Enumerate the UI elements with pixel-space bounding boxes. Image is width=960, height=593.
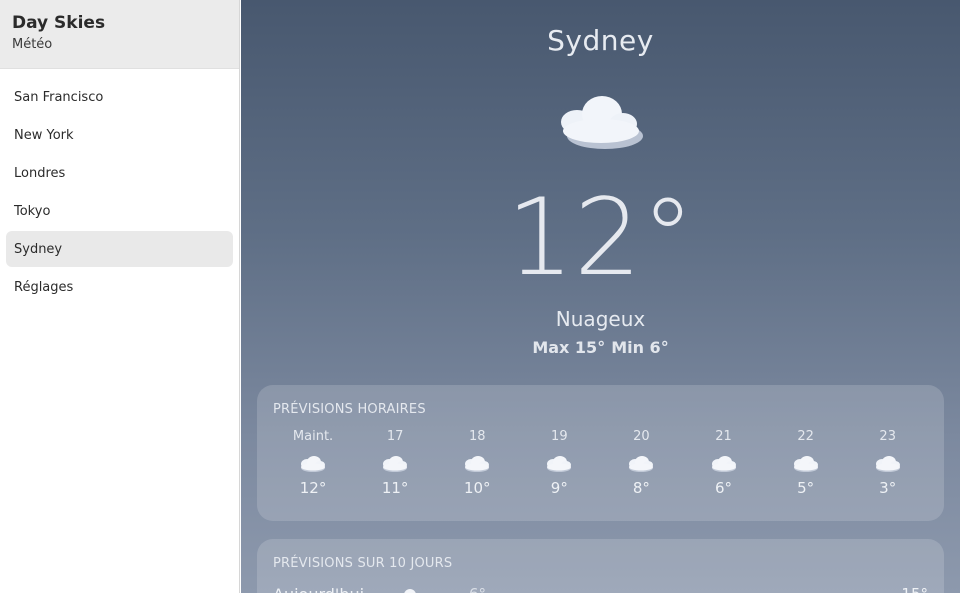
hour-temperature: 3° — [879, 479, 897, 497]
hourly-item: 21 6° — [682, 429, 764, 497]
day-min-temperature: 6° — [469, 585, 486, 593]
weather-main: Sydney 12° Nuageux Max 15° Min 6° PRÉVISI… — [241, 0, 960, 593]
hourly-forecast-card: PRÉVISIONS HORAIRES Maint. 12° 17 11° 18… — [257, 385, 944, 521]
cloud-icon — [765, 449, 847, 479]
cloud-icon — [436, 449, 518, 479]
cloud-icon — [682, 449, 764, 479]
hourly-item: 19 9° — [518, 429, 600, 497]
sidebar-item-londres[interactable]: Londres — [6, 155, 233, 191]
hourly-item: 23 3° — [847, 429, 929, 497]
city-name: Sydney — [547, 24, 654, 57]
hour-time: 21 — [715, 429, 732, 444]
daily-forecast-card: PRÉVISIONS SUR 10 JOURS Aujourd'hui 6° 1… — [257, 539, 944, 593]
hour-time: 17 — [386, 429, 404, 444]
day-max-temperature: 15° — [901, 585, 928, 593]
cloud-icon — [272, 449, 354, 479]
sidebar-item-label: San Francisco — [14, 89, 104, 105]
sidebar-item-label: Sydney — [14, 241, 63, 257]
hour-time: 22 — [797, 429, 814, 444]
sidebar-item-san-francisco[interactable]: San Francisco — [6, 79, 233, 115]
daily-row: Aujourd'hui 6° 15° — [273, 585, 928, 593]
max-temperature: Max 15° — [532, 338, 606, 357]
hour-temperature: 10° — [463, 479, 491, 497]
hour-temperature: 8° — [632, 479, 650, 497]
sidebar-item-sydney[interactable]: Sydney — [6, 231, 233, 267]
cloud-icon — [518, 449, 600, 479]
hour-temperature: 12° — [299, 479, 327, 497]
current-temperature: 12° — [506, 176, 695, 299]
daily-forecast-title: PRÉVISIONS SUR 10 JOURS — [273, 556, 453, 571]
cloud-icon — [557, 94, 645, 154]
hour-temperature: 11° — [381, 479, 409, 497]
day-name: Aujourd'hui — [273, 585, 364, 593]
sidebar-item-label: Réglages — [14, 279, 74, 295]
temperature-range: Max 15° Min 6° — [241, 338, 960, 357]
hour-temperature: 5° — [797, 479, 815, 497]
hourly-item: Maint. 12° — [272, 429, 354, 497]
hourly-forecast-title: PRÉVISIONS HORAIRES — [273, 402, 426, 417]
app-title: Day Skies — [12, 13, 106, 33]
hour-time: 18 — [468, 429, 486, 444]
sidebar-item-label: Tokyo — [14, 203, 51, 219]
hourly-item: 20 8° — [600, 429, 682, 497]
current-condition: Nuageux — [555, 307, 646, 331]
hourly-item: 18 10° — [436, 429, 518, 497]
hourly-item: 17 11° — [354, 429, 436, 497]
sidebar-nav: San Francisco New York Londres Tokyo Syd… — [0, 69, 239, 305]
sidebar: Day Skies Météo San Francisco New York L… — [0, 0, 240, 593]
sidebar-item-tokyo[interactable]: Tokyo — [6, 193, 233, 229]
hour-time: Maint. — [292, 429, 334, 444]
min-temperature: Min 6° — [611, 338, 669, 357]
app-subtitle: Météo — [12, 37, 53, 52]
sidebar-item-label: Londres — [14, 165, 66, 181]
hour-temperature: 9° — [550, 479, 568, 497]
sun-icon — [404, 589, 416, 593]
hour-temperature: 6° — [714, 479, 733, 497]
sidebar-header: Day Skies Météo — [0, 0, 239, 69]
hour-time: 20 — [633, 429, 650, 444]
hour-time: 23 — [879, 429, 896, 444]
sidebar-item-reglages[interactable]: Réglages — [6, 269, 233, 305]
hourly-list: Maint. 12° 17 11° 18 10° 19 9° 20 8° 21 … — [272, 429, 929, 497]
cloud-icon — [847, 449, 929, 479]
cloud-icon — [354, 449, 436, 479]
sidebar-item-new-york[interactable]: New York — [6, 117, 233, 153]
cloud-icon — [600, 449, 682, 479]
sidebar-item-label: New York — [14, 127, 74, 143]
hourly-item: 22 5° — [765, 429, 847, 497]
hour-time: 19 — [551, 429, 568, 444]
